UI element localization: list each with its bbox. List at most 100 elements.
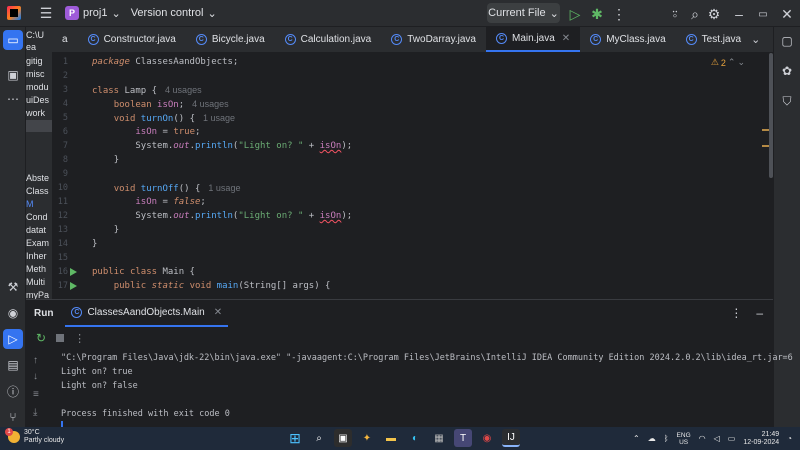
run-tab[interactable]: C ClassesAandObjects.Main ✕	[65, 300, 229, 327]
notification-bell-icon[interactable]: ◔	[787, 434, 792, 443]
language-indicator[interactable]: ENG US	[677, 432, 691, 446]
soft-wrap-icon[interactable]: ≡	[33, 389, 39, 400]
tab-test[interactable]: C Test.java	[676, 27, 751, 52]
rerun-icon[interactable]: ↻	[36, 331, 46, 345]
weather-widget[interactable]: 30°C Partly cloudy	[5, 428, 64, 445]
tab-twodarray[interactable]: C TwoDarray.java	[381, 27, 486, 52]
project-tree-item[interactable]: modu	[26, 81, 49, 93]
file-explorer-icon[interactable]: ▬	[382, 429, 400, 447]
chevron-up-icon[interactable]: ⌃	[633, 434, 640, 443]
services-run-icon[interactable]: ◉	[3, 303, 23, 323]
clock[interactable]: 21:49 12-09-2024	[743, 431, 779, 447]
run-config-selector[interactable]: Current File ⌄	[487, 3, 560, 23]
notifications-icon[interactable]: ▢	[777, 31, 797, 51]
project-tree-item[interactable]: Class	[26, 185, 49, 197]
settings-gear-icon[interactable]: ⚙	[703, 3, 725, 25]
stop-icon[interactable]	[56, 334, 65, 342]
wifi-icon[interactable]: ◠	[699, 434, 706, 443]
editor-gutter: 1 2 3 4 5 6 7 8 9 10 11 12 13 14 15 16 1…	[52, 53, 90, 299]
edge-browser-icon[interactable]: ◐	[406, 429, 424, 447]
copilot-icon[interactable]: ✦	[358, 429, 376, 447]
code-line: System.out.println("Light on? " + isOn);	[92, 209, 352, 223]
project-tree-item[interactable]: gitig	[26, 55, 43, 67]
usages-hint[interactable]: 1 usage	[208, 183, 240, 193]
project-tree-item[interactable]: Abste	[26, 172, 49, 184]
console-side-toolbar: ↑ ↓ ≡ ⤓	[26, 349, 48, 428]
project-selector[interactable]: P proj1 ⌄	[65, 6, 121, 20]
usages-hint[interactable]: 1 usage	[203, 113, 235, 123]
terminal-icon[interactable]: ▤	[3, 355, 23, 375]
volume-icon[interactable]: ◁	[714, 434, 720, 443]
minimize-icon[interactable]: –	[728, 3, 750, 25]
more-tools-icon[interactable]: ⋯	[3, 89, 23, 109]
tab-myclass[interactable]: C MyClass.java	[580, 27, 675, 52]
add-user-icon[interactable]: ⍤	[664, 3, 686, 25]
battery-icon[interactable]: ▭	[728, 434, 736, 443]
project-folder-icon[interactable]: ▭	[3, 30, 23, 50]
project-tree-item[interactable]: work	[26, 107, 45, 119]
tab-calculation[interactable]: C Calculation.java	[275, 27, 382, 52]
run-icon[interactable]: ▷	[564, 3, 586, 25]
project-tree-item[interactable]: datat	[26, 224, 46, 236]
run-tool-icon[interactable]: ▷	[3, 329, 23, 349]
structure-icon[interactable]: ▣	[3, 65, 23, 85]
minimize-panel-icon[interactable]: –	[756, 306, 763, 320]
close-window-icon[interactable]: ✕	[776, 3, 798, 25]
close-tab-icon[interactable]: ✕	[562, 33, 570, 44]
project-tree-selected[interactable]	[26, 120, 52, 132]
usages-hint[interactable]: 4 usages	[192, 99, 229, 109]
tab-bicycle[interactable]: C Bicycle.java	[186, 27, 275, 52]
project-tree-item[interactable]: Meth	[26, 263, 46, 275]
project-tree-item[interactable]: Exam	[26, 237, 49, 249]
task-view-icon[interactable]: ▣	[334, 429, 352, 447]
tab-main[interactable]: C Main.java ✕	[485, 27, 581, 52]
code-line: public static void main(String[] args) {	[92, 279, 331, 293]
arrow-down-icon[interactable]: ↓	[33, 371, 38, 382]
line-number: 10	[57, 183, 68, 193]
project-tree-item[interactable]: myPa	[26, 289, 49, 299]
project-tree-item[interactable]: Inher	[26, 250, 47, 262]
intellij-taskbar-icon[interactable]: IJ	[502, 429, 520, 447]
more-icon[interactable]: ⋮	[730, 306, 742, 320]
project-tree-item[interactable]: ea	[26, 41, 36, 53]
bluetooth-icon[interactable]: ᛒ	[664, 434, 669, 443]
chrome-icon[interactable]: ◉	[478, 429, 496, 447]
version-control-selector[interactable]: Version control ⌄	[131, 7, 217, 20]
project-tree-item[interactable]: C:\U	[26, 29, 44, 41]
ai-assistant-icon[interactable]: ✿	[777, 61, 797, 81]
tab-constructor[interactable]: C Constructor.java	[78, 27, 186, 52]
build-hammer-icon[interactable]: ⚒	[3, 277, 23, 297]
shield-icon[interactable]: ⛉	[777, 91, 797, 111]
close-tab-icon[interactable]: ✕	[214, 307, 222, 318]
inspection-widget[interactable]: ⚠ 2 ⌃ ⌄	[711, 57, 745, 68]
run-gutter-icon[interactable]	[70, 268, 77, 276]
more-actions-icon[interactable]: ⋮	[608, 3, 630, 25]
tab-partial[interactable]: a	[52, 27, 78, 52]
problems-icon[interactable]: ⓘ	[3, 381, 23, 401]
project-tree-item[interactable]: Multi	[26, 276, 45, 288]
windows-start-icon[interactable]: ⊞	[286, 429, 304, 447]
code-editor[interactable]: 1 2 3 4 5 6 7 8 9 10 11 12 13 14 15 16 1…	[52, 53, 773, 299]
microsoft-store-icon[interactable]: ▦	[430, 429, 448, 447]
project-tree-item[interactable]: Cond	[26, 211, 48, 223]
chevron-down-icon[interactable]: ⌄	[751, 33, 760, 46]
teams-icon[interactable]: T	[454, 429, 472, 447]
line-number: 1	[62, 57, 68, 67]
scroll-to-end-icon[interactable]: ⤓	[33, 407, 37, 418]
project-tree-item[interactable]: M	[26, 198, 34, 210]
main-menu-icon[interactable]: ☰	[35, 2, 57, 24]
debug-icon[interactable]: ✱	[586, 3, 608, 25]
project-tree-item[interactable]: misc	[26, 68, 45, 80]
usages-hint[interactable]: 4 usages	[165, 85, 202, 95]
onedrive-cloud-icon[interactable]: ☁	[648, 434, 656, 443]
maximize-icon[interactable]: ▭	[752, 3, 774, 25]
run-gutter-icon[interactable]	[70, 282, 77, 290]
search-icon[interactable]: ⌕	[310, 429, 328, 447]
tab-label: Main.java	[511, 33, 555, 44]
run-tool-window: Run C ClassesAandObjects.Main ✕ ⋮ – ↻ ⋮ …	[26, 299, 793, 431]
git-icon[interactable]: ⑂	[3, 407, 23, 427]
more-icon[interactable]: ⋮	[74, 332, 85, 345]
arrow-up-icon[interactable]: ↑	[33, 355, 38, 366]
project-tree-item[interactable]: uiDes	[26, 94, 49, 106]
java-class-icon: C	[685, 34, 697, 45]
